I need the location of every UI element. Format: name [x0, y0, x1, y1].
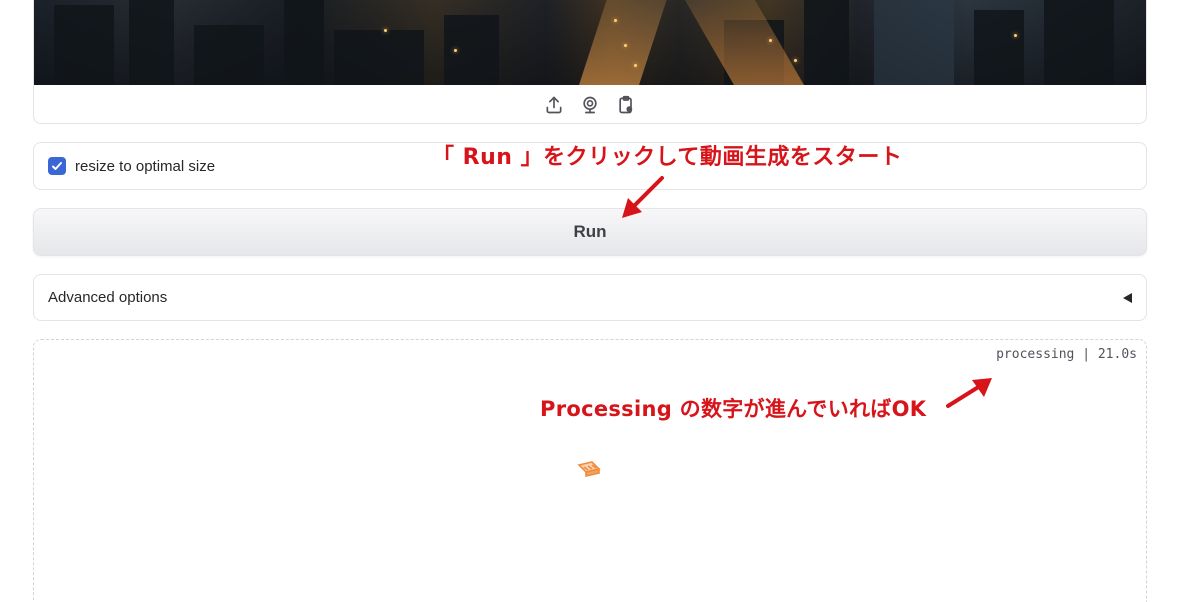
resize-checkbox-label[interactable]: resize to optimal size	[75, 158, 215, 175]
advanced-options-label: Advanced options	[48, 289, 168, 306]
processing-status: processing | 21.0s	[996, 347, 1137, 362]
checkmark-icon	[52, 162, 62, 170]
clipboard-icon[interactable]	[615, 94, 637, 116]
uploaded-city-image	[34, 0, 1146, 85]
run-button[interactable]: Run	[33, 208, 1147, 256]
advanced-options-accordion[interactable]: Advanced options	[33, 274, 1147, 321]
image-source-toolbar	[34, 85, 1146, 123]
arrow-to-run-icon	[622, 176, 664, 218]
arrow-to-status-icon	[946, 378, 992, 408]
resize-checkbox[interactable]	[48, 157, 66, 175]
loading-icon	[577, 461, 601, 478]
processing-hint-annotation: Processing の数字が進んでいればOK	[540, 397, 927, 421]
run-hint-annotation: 「 Run 」をクリックして動画生成をスタート	[432, 145, 903, 170]
upload-icon[interactable]	[543, 94, 565, 116]
run-button-label: Run	[573, 222, 607, 241]
webcam-icon[interactable]	[579, 94, 601, 116]
image-input-panel[interactable]	[33, 0, 1147, 124]
caret-left-icon	[1123, 292, 1132, 303]
